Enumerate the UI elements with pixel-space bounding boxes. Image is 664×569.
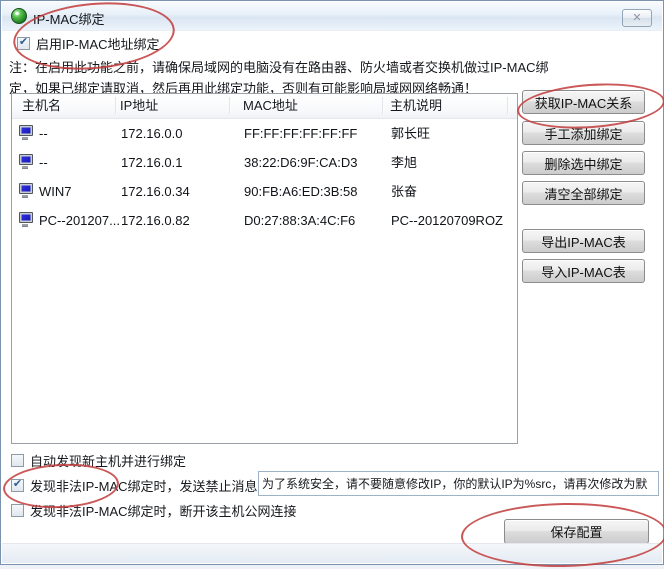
header-separator	[115, 97, 116, 114]
table-row[interactable]: WIN7 172.16.0.34 90:FB:A6:ED:3B:58 张奋	[13, 177, 516, 206]
cell-desc: PC--20120709ROZ	[391, 206, 503, 235]
cell-desc: 张奋	[391, 177, 417, 206]
delete-selected-button[interactable]: 删除选中绑定	[522, 151, 645, 175]
checkbox-box[interactable]: ✔	[17, 37, 30, 50]
dialog-window: IP-MAC绑定 ✕ ✔ 启用IP-MAC地址绑定 注：在启用此功能之前，请确保…	[0, 0, 664, 565]
table-header: 主机名 IP地址 MAC地址 主机说明	[12, 94, 517, 119]
check-icon: ✔	[13, 479, 22, 490]
table-row[interactable]: PC--201207... 172.16.0.82 D0:27:88:3A:4C…	[13, 206, 516, 235]
auto-discover-checkbox[interactable]: ✔ 自动发现新主机并进行绑定	[11, 451, 186, 470]
header-separator	[229, 97, 230, 114]
cell-mac: 90:FB:A6:ED:3B:58	[244, 177, 357, 206]
check-icon: ✔	[19, 37, 28, 48]
ip-mac-table[interactable]: 主机名 IP地址 MAC地址 主机说明 -- 172.16.0.0 FF:FF:…	[11, 93, 518, 444]
send-forbid-message-checkbox[interactable]: ✔ 发现非法IP-MAC绑定时，发送禁止消息	[11, 476, 258, 495]
auto-discover-label: 自动发现新主机并进行绑定	[30, 451, 186, 470]
cell-mac: D0:27:88:3A:4C:F6	[244, 206, 355, 235]
app-icon	[11, 8, 27, 24]
computer-icon	[19, 154, 33, 165]
enable-binding-checkbox[interactable]: ✔ 启用IP-MAC地址绑定	[17, 34, 160, 53]
cell-ip: 172.16.0.0	[121, 119, 182, 148]
cell-desc: 郭长旺	[391, 119, 430, 148]
header-separator	[382, 97, 383, 114]
warning-note-line1: 注：在启用此功能之前，请确保局域网的电脑没有在路由器、防火墙或者交换机做过IP-…	[9, 57, 629, 78]
cell-hostname: --	[39, 148, 48, 177]
close-icon: ✕	[632, 13, 641, 24]
column-header-ip[interactable]: IP地址	[120, 94, 158, 117]
save-config-button[interactable]: 保存配置	[504, 519, 649, 544]
send-forbid-message-label: 发现非法IP-MAC绑定时，发送禁止消息	[30, 476, 258, 495]
computer-icon	[19, 125, 33, 136]
cell-hostname: WIN7	[39, 177, 72, 206]
computer-icon	[19, 212, 33, 223]
cell-ip: 172.16.0.1	[121, 148, 182, 177]
checkbox-box[interactable]: ✔	[11, 454, 24, 467]
window-title: IP-MAC绑定	[33, 9, 105, 28]
cell-mac: FF:FF:FF:FF:FF:FF	[244, 119, 357, 148]
cell-mac: 38:22:D6:9F:CA:D3	[244, 148, 357, 177]
import-table-button[interactable]: 导入IP-MAC表	[522, 259, 645, 283]
cell-ip: 172.16.0.82	[121, 206, 190, 235]
cell-hostname: --	[39, 119, 48, 148]
column-header-mac[interactable]: MAC地址	[243, 94, 298, 117]
table-row[interactable]: -- 172.16.0.0 FF:FF:FF:FF:FF:FF 郭长旺	[13, 119, 516, 148]
header-separator	[507, 97, 508, 114]
computer-icon	[19, 183, 33, 194]
cell-desc: 李旭	[391, 148, 417, 177]
column-header-desc[interactable]: 主机说明	[390, 94, 442, 117]
export-table-button[interactable]: 导出IP-MAC表	[522, 229, 645, 253]
disconnect-host-checkbox[interactable]: ✔ 发现非法IP-MAC绑定时，断开该主机公网连接	[11, 501, 297, 520]
checkbox-box[interactable]: ✔	[11, 479, 24, 492]
title-bar[interactable]: IP-MAC绑定 ✕	[2, 2, 662, 31]
checkbox-box[interactable]: ✔	[11, 504, 24, 517]
cell-hostname: PC--201207...	[39, 206, 120, 235]
table-row[interactable]: -- 172.16.0.1 38:22:D6:9F:CA:D3 李旭	[13, 148, 516, 177]
column-header-hostname[interactable]: 主机名	[22, 94, 61, 117]
clear-all-button[interactable]: 清空全部绑定	[522, 181, 645, 205]
disconnect-host-label: 发现非法IP-MAC绑定时，断开该主机公网连接	[30, 501, 297, 520]
window-bottom-frame	[2, 543, 662, 563]
forbid-message-input[interactable]	[258, 471, 659, 496]
close-button[interactable]: ✕	[622, 9, 652, 27]
manual-add-button[interactable]: 手工添加绑定	[522, 121, 645, 145]
get-ip-mac-button[interactable]: 获取IP-MAC关系	[522, 90, 645, 114]
cell-ip: 172.16.0.34	[121, 177, 190, 206]
enable-binding-label: 启用IP-MAC地址绑定	[36, 34, 160, 53]
